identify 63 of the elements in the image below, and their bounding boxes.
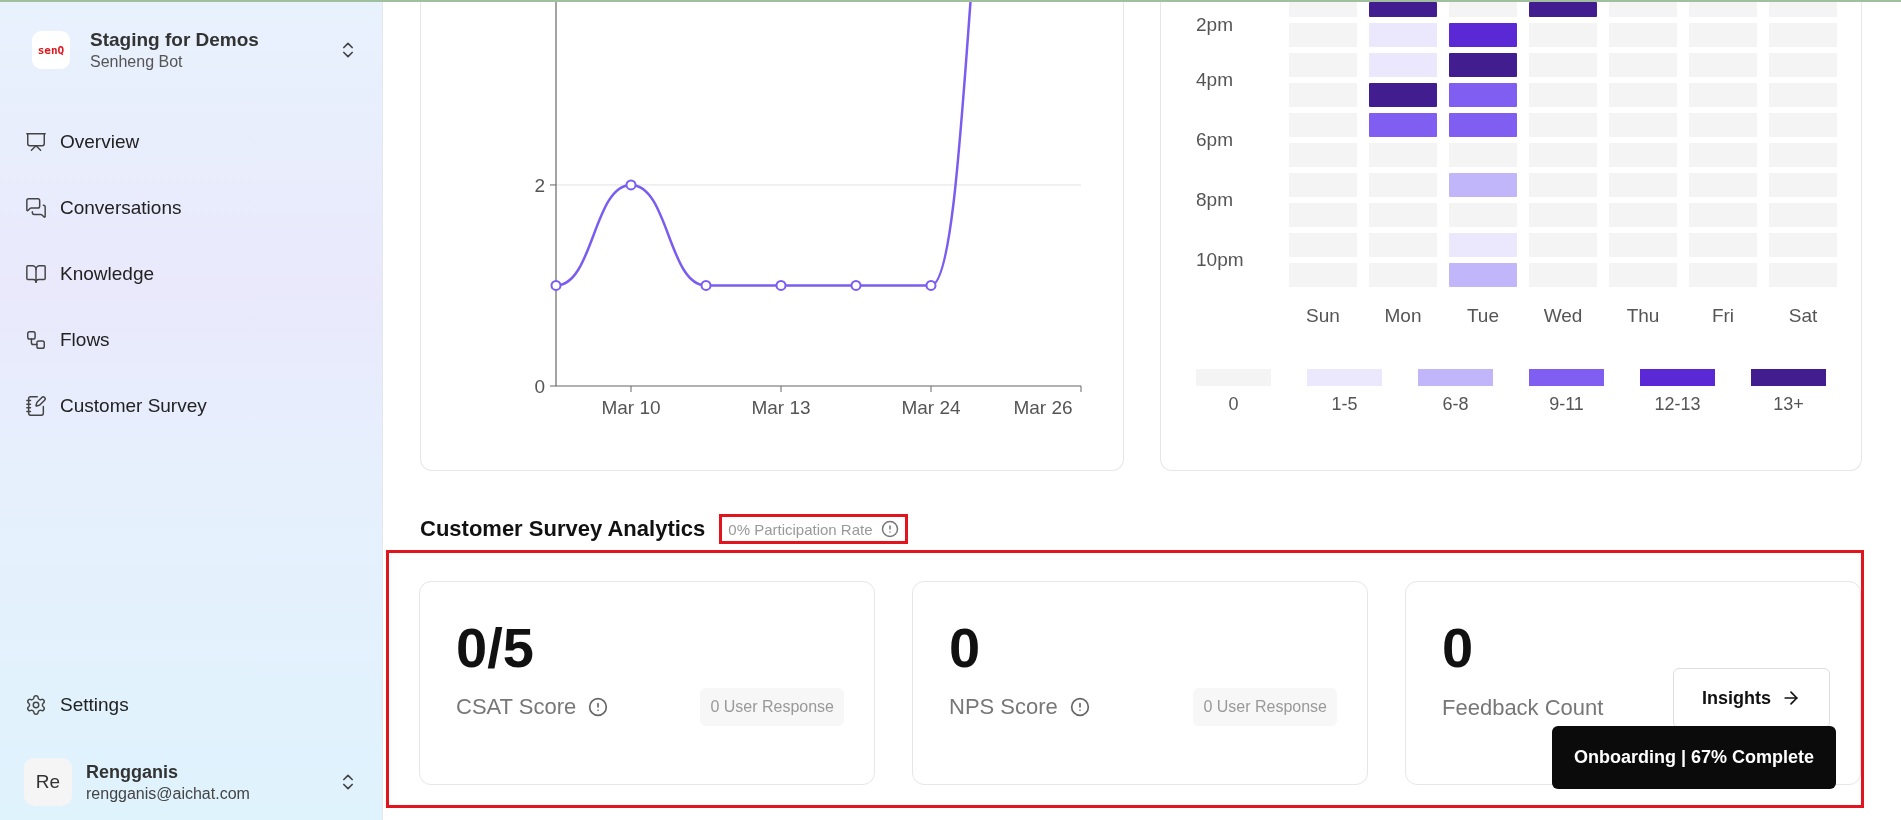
- axis-tick-label: Mar 10: [601, 397, 661, 418]
- info-icon[interactable]: [1069, 697, 1090, 717]
- data-point: [925, 279, 937, 291]
- stat-label: CSAT Score: [456, 694, 577, 720]
- presentation-board-icon: [25, 131, 47, 153]
- hour-label: 10pm: [1196, 249, 1245, 271]
- info-icon[interactable]: [880, 520, 899, 538]
- user-email: rengganis@aichat.com: [86, 784, 251, 803]
- nav-item[interactable]: Overview: [0, 109, 382, 175]
- section-title: Customer Survey Analytics: [420, 516, 706, 542]
- stat-value: 0: [949, 620, 982, 676]
- data-point: [550, 279, 562, 291]
- hour-label: 8pm: [1196, 189, 1234, 211]
- day-label: Mon: [1383, 305, 1423, 327]
- stat-value: 0: [1442, 620, 1475, 676]
- legend-label: 0: [1227, 394, 1240, 415]
- stat-value: 0/5: [456, 620, 535, 676]
- notepad-icon: [25, 395, 47, 417]
- legend-label: 9-11: [1548, 394, 1585, 415]
- onboarding-toast[interactable]: Onboarding | 67% Complete: [1551, 726, 1836, 789]
- stat-label: NPS Score: [949, 694, 1058, 720]
- user-name: Rengganis: [86, 761, 179, 783]
- day-label: Sat: [1787, 305, 1819, 327]
- legend-label: 13+: [1772, 394, 1805, 415]
- user-avatar: Re: [24, 758, 72, 806]
- book-icon: [25, 263, 47, 285]
- participation-rate: 0% Participation Rate: [728, 520, 873, 538]
- day-label: Wed: [1542, 305, 1584, 327]
- workflow-icon: [25, 329, 47, 351]
- insights-button[interactable]: Insights: [1673, 668, 1830, 728]
- legend-label: 6-8: [1441, 394, 1470, 415]
- response-count: 0 User Response: [700, 688, 844, 726]
- response-count: 0 User Response: [1193, 688, 1337, 726]
- legend-label: 12-13: [1653, 394, 1702, 415]
- workspace-subtitle: Senheng Bot: [90, 53, 184, 71]
- chat-bubbles-icon: [25, 197, 47, 219]
- hour-label: 2pm: [1196, 13, 1234, 36]
- day-label: Fri: [1710, 305, 1736, 327]
- data-point: [850, 279, 862, 291]
- data-point: [775, 279, 787, 291]
- axis-tick-label: Mar 26: [1013, 397, 1073, 418]
- day-label: Tue: [1465, 305, 1500, 327]
- data-point: [625, 179, 637, 191]
- settings-icon: [25, 694, 47, 716]
- nav-item[interactable]: Customer Survey: [0, 373, 382, 439]
- axis-tick-label: Mar 24: [901, 397, 961, 418]
- legend-label: 1-5: [1330, 394, 1359, 415]
- stat-label: Feedback Count: [1442, 695, 1604, 721]
- day-label: Thu: [1625, 305, 1661, 327]
- data-point: [700, 279, 712, 291]
- axis-tick-label: 2: [534, 174, 545, 196]
- settings-link[interactable]: Settings: [0, 672, 382, 738]
- nav-item[interactable]: Flows: [0, 307, 382, 373]
- axis-tick-label: Mar 13: [751, 397, 811, 418]
- hour-label: 6pm: [1196, 129, 1234, 151]
- axis-tick-label: 0: [534, 376, 545, 397]
- nav-item[interactable]: Knowledge: [0, 241, 382, 307]
- workspace-logo: senQ: [32, 31, 70, 69]
- nav-item[interactable]: Conversations: [0, 175, 382, 241]
- day-label: Sun: [1305, 305, 1341, 327]
- info-icon[interactable]: [588, 697, 609, 717]
- hour-label: 4pm: [1196, 69, 1234, 91]
- workspace-title: Staging for Demos: [90, 29, 260, 51]
